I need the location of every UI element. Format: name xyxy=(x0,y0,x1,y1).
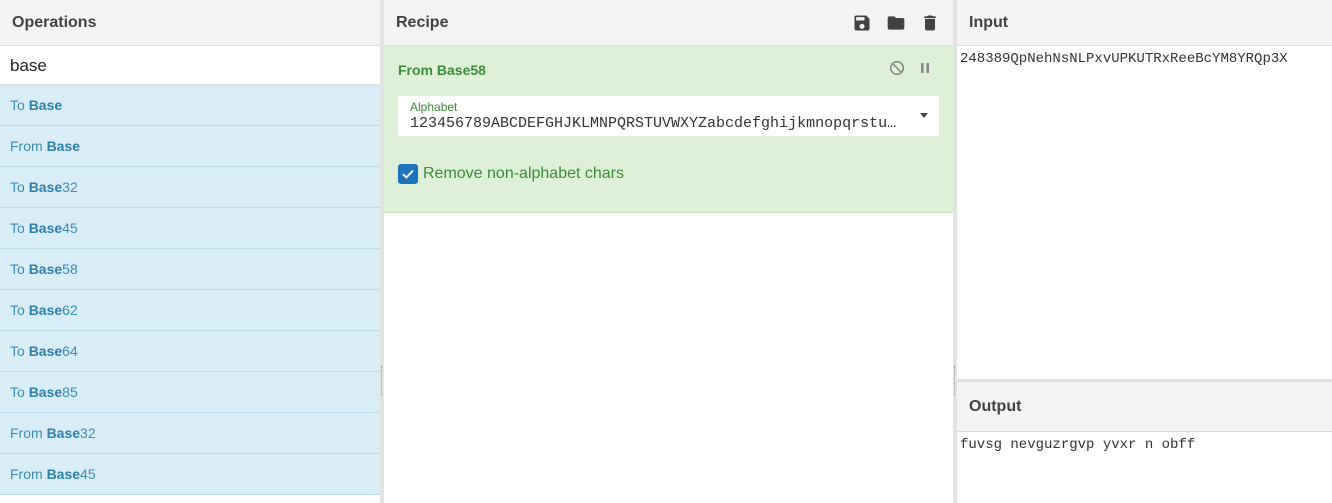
operation-item-suffix: 58 xyxy=(62,261,78,277)
recipe-operation-controls xyxy=(889,60,933,76)
operations-title: Operations xyxy=(0,0,380,46)
operation-item-match: Base xyxy=(46,138,81,154)
recipe-operation-card[interactable]: From Base58 Alphabet 123456789ABCDEFGHJK… xyxy=(384,46,953,213)
operation-item-match: Base xyxy=(28,261,63,277)
recipe-header: Recipe xyxy=(384,0,953,46)
operation-item[interactable]: To Base58 xyxy=(0,249,380,290)
io-panel: Input 248389QpNehNsNLPxvUPKUTRxReeBcYM8Y… xyxy=(957,0,1332,503)
operation-item-prefix: To xyxy=(10,384,29,400)
operation-item-prefix: From xyxy=(10,425,47,441)
operation-item-suffix: 45 xyxy=(62,220,78,236)
operation-item[interactable]: From Base32 xyxy=(0,413,380,454)
operation-item-prefix: To xyxy=(10,220,29,236)
input-textarea[interactable]: 248389QpNehNsNLPxvUPKUTRxReeBcYM8YRQp3X xyxy=(957,46,1332,379)
operation-item-match: Base xyxy=(28,384,63,400)
operation-item-match: Base xyxy=(46,466,81,482)
operation-item[interactable]: From Base45 xyxy=(0,454,380,495)
alphabet-select[interactable]: Alphabet 123456789ABCDEFGHJKLMNPQRSTUVWX… xyxy=(398,96,939,136)
operation-item-match: Base xyxy=(28,343,63,359)
operation-item[interactable]: To Base32 xyxy=(0,167,380,208)
recipe-operation-name: From Base58 xyxy=(398,62,486,78)
operation-item-suffix: 62 xyxy=(62,302,78,318)
operation-item-suffix: 32 xyxy=(62,179,78,195)
operation-item-suffix: 45 xyxy=(80,466,96,482)
output-text[interactable]: fuvsg nevguzrgvp yvxr n obff xyxy=(957,432,1332,458)
check-icon xyxy=(402,169,414,179)
operation-item-suffix: 32 xyxy=(80,425,96,441)
operation-item-suffix: 85 xyxy=(62,384,78,400)
operation-item-prefix: To xyxy=(10,302,29,318)
remove-non-alphabet-option[interactable]: Remove non-alphabet chars xyxy=(398,164,624,184)
operation-item-match: Base xyxy=(28,179,63,195)
operation-item-prefix: To xyxy=(10,179,29,195)
alphabet-label: Alphabet xyxy=(410,100,458,114)
operation-item[interactable]: To Base45 xyxy=(0,208,380,249)
trash-icon[interactable] xyxy=(919,12,941,34)
operations-search[interactable] xyxy=(0,46,380,85)
operation-item[interactable]: To Base85 xyxy=(0,372,380,413)
output-title: Output xyxy=(957,382,1332,432)
operations-panel: Operations To BaseFrom BaseTo Base32To B… xyxy=(0,0,380,503)
remove-non-alphabet-checkbox[interactable] xyxy=(398,164,418,184)
operation-item[interactable]: To Base62 xyxy=(0,290,380,331)
input-title: Input xyxy=(957,0,1332,46)
recipe-title: Recipe xyxy=(396,14,449,31)
recipe-panel: Recipe From Base58 Alphabet 123456789ABC… xyxy=(384,0,953,503)
folder-icon[interactable] xyxy=(885,12,907,34)
operation-item-prefix: To xyxy=(10,261,29,277)
operation-item-prefix: From xyxy=(10,138,47,154)
pause-icon[interactable] xyxy=(917,60,933,76)
save-icon[interactable] xyxy=(851,12,873,34)
operation-item[interactable]: From Base xyxy=(0,126,380,167)
operation-item-match: Base xyxy=(28,302,63,318)
operation-item-match: Base xyxy=(28,220,63,236)
operation-item-prefix: From xyxy=(10,466,47,482)
operation-item[interactable]: To Base64 xyxy=(0,331,380,372)
alphabet-value: 123456789ABCDEFGHJKLMNPQRSTUVWXYZabcdefg… xyxy=(410,115,902,132)
chevron-down-icon xyxy=(920,113,928,118)
operation-item-match: Base xyxy=(46,425,81,441)
operation-item[interactable]: To Base xyxy=(0,85,380,126)
operation-item-suffix: 64 xyxy=(62,343,78,359)
recipe-toolbar xyxy=(851,0,941,46)
operations-search-input[interactable] xyxy=(10,47,370,85)
operation-item-match: Base xyxy=(28,97,63,113)
operation-item-prefix: To xyxy=(10,343,29,359)
cyberchef-app: Operations To BaseFrom BaseTo Base32To B… xyxy=(0,0,1332,503)
operations-list: To Base From Base To Base32 To Base45 To Bas… xyxy=(0,85,380,495)
input-output-divider[interactable] xyxy=(957,379,1332,382)
operation-item-prefix: To xyxy=(10,97,29,113)
disable-icon[interactable] xyxy=(889,60,905,76)
remove-non-alphabet-label: Remove non-alphabet chars xyxy=(423,165,625,182)
